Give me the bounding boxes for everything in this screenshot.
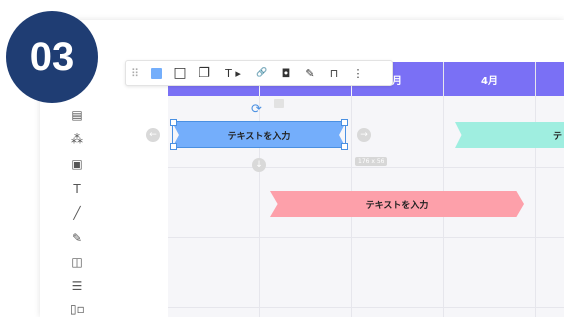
template-icon[interactable]: ▯▫: [70, 302, 85, 316]
size-label: 176 x 56: [355, 157, 388, 166]
more-icon[interactable]: ⋮: [346, 61, 370, 85]
resize-handle[interactable]: [170, 143, 177, 150]
timeline-bar-pink[interactable]: テキストを入力: [270, 191, 524, 217]
image-icon[interactable]: ▣: [70, 157, 84, 171]
drag-handle-icon[interactable]: ⠿: [126, 61, 144, 85]
lock-icon[interactable]: ⊓: [322, 61, 346, 85]
shadow-icon[interactable]: ❐: [192, 61, 216, 85]
arrow-down-icon[interactable]: ↓: [252, 158, 266, 172]
eyedropper-icon[interactable]: ✎: [298, 61, 322, 85]
timeline-bar-green[interactable]: テ: [455, 122, 564, 148]
link-icon[interactable]: 🔗: [250, 61, 274, 85]
resize-handle[interactable]: [341, 143, 348, 150]
step-number-badge: 03: [6, 11, 98, 103]
arrow-right-icon[interactable]: →: [357, 128, 371, 142]
arrow-left-icon[interactable]: ←: [146, 128, 160, 142]
month-header: [536, 62, 564, 96]
timeline-grid: 月 4月: [168, 62, 564, 317]
table-icon[interactable]: ☰: [70, 279, 84, 293]
resize-handle[interactable]: [341, 119, 348, 126]
fill-color-icon[interactable]: [144, 61, 168, 85]
pen-icon[interactable]: ✎: [70, 231, 84, 245]
rotate-icon[interactable]: ⟳: [251, 102, 262, 117]
object-toolbar: ⠿ □ ❐ T ▸ 🔗 ◘ ✎ ⊓ ⋮: [125, 60, 393, 86]
text-icon[interactable]: T: [70, 182, 84, 196]
text-style-icon[interactable]: T ▸: [216, 61, 250, 85]
sticky-note-icon[interactable]: ◫: [70, 255, 84, 269]
document-icon[interactable]: ▤: [70, 108, 84, 122]
selection-box: [170, 119, 348, 150]
tool-sidebar: ☆ ▤ ⁂ ▣ T ╱ ✎ ◫ ☰ ▯▫: [58, 75, 94, 317]
resize-handle[interactable]: [170, 119, 177, 126]
note-icon[interactable]: [274, 99, 284, 108]
border-icon[interactable]: □: [168, 61, 192, 85]
bar-label: テキストを入力: [365, 200, 429, 211]
bar-label: テ: [552, 131, 562, 142]
layer-order-icon[interactable]: ◘: [274, 61, 298, 85]
line-icon[interactable]: ╱: [70, 206, 84, 220]
shapes-icon[interactable]: ⁂: [70, 132, 84, 146]
month-header: 4月: [444, 62, 535, 96]
